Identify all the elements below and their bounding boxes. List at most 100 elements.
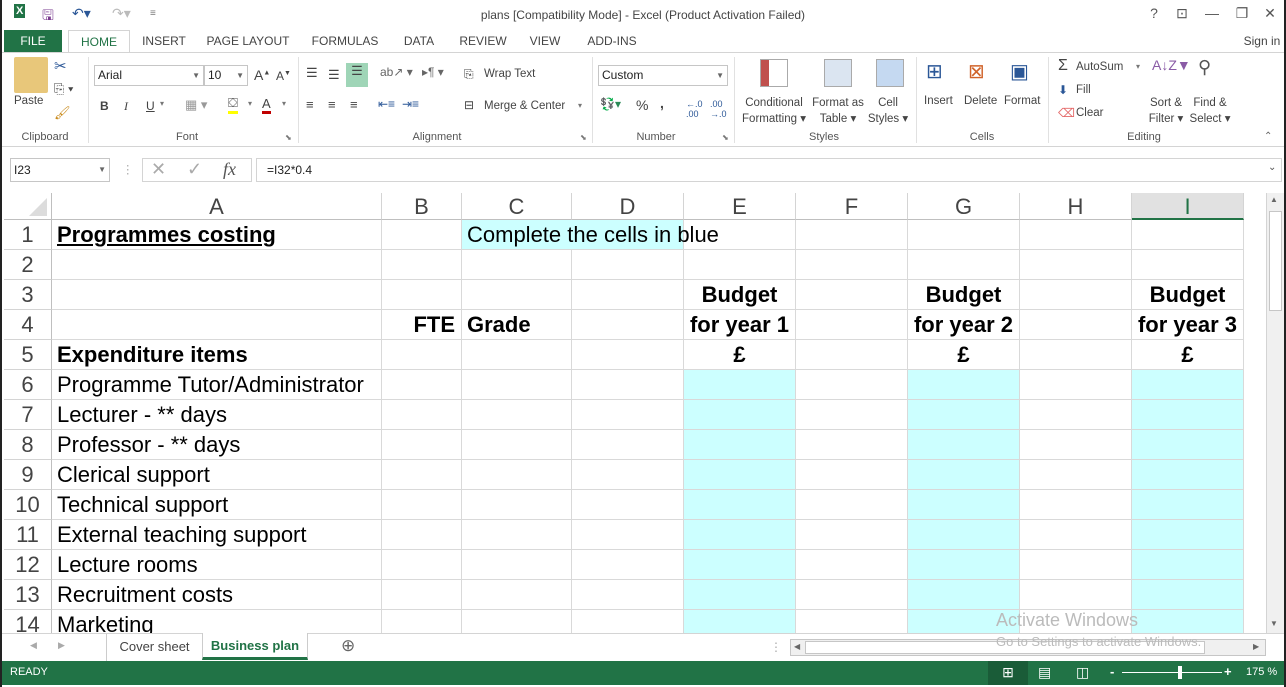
row-header-7[interactable]: 7 xyxy=(4,400,52,430)
cell-d6[interactable] xyxy=(572,370,684,400)
formula-input[interactable]: =I32*0.4 xyxy=(256,158,1282,182)
cell-h3[interactable] xyxy=(1020,280,1132,310)
cell-i14[interactable] xyxy=(1132,610,1244,633)
expand-formula-bar-icon[interactable]: ⌄ xyxy=(1268,162,1276,173)
cell-c11[interactable] xyxy=(462,520,572,550)
cell-e3[interactable]: Budget xyxy=(684,280,796,310)
scroll-up-icon[interactable]: ▲ xyxy=(1270,195,1278,204)
top-align-icon[interactable]: ☰ xyxy=(306,65,318,81)
row-header-14[interactable]: 14 xyxy=(4,610,52,633)
close-button[interactable]: ✕ xyxy=(1256,5,1284,22)
tab-formulas[interactable]: FORMULAS xyxy=(304,30,386,52)
cell-a1[interactable]: Programmes costing xyxy=(52,220,382,250)
cell-c13[interactable] xyxy=(462,580,572,610)
cell-c2[interactable] xyxy=(462,250,572,280)
cell-i2[interactable] xyxy=(1132,250,1244,280)
paste-icon[interactable] xyxy=(14,57,48,93)
row-header-11[interactable]: 11 xyxy=(4,520,52,550)
cancel-icon[interactable]: ✕ xyxy=(151,159,166,180)
conditional-formatting-button[interactable]: Conditional Formatting ▾ xyxy=(738,95,810,127)
cell-e5[interactable]: £ xyxy=(684,340,796,370)
cell-f9[interactable] xyxy=(796,460,908,490)
zoom-level[interactable]: 175 % xyxy=(1246,666,1277,678)
zoom-slider-track[interactable] xyxy=(1122,672,1222,673)
cell-a13[interactable]: Recruitment costs xyxy=(52,580,382,610)
cell-g10[interactable] xyxy=(908,490,1020,520)
align-left-icon[interactable]: ≡ xyxy=(306,97,314,112)
cell-i3[interactable]: Budget xyxy=(1132,280,1244,310)
cell-g2[interactable] xyxy=(908,250,1020,280)
cell-f8[interactable] xyxy=(796,430,908,460)
vertical-scrollbar[interactable]: ▲ ▼ xyxy=(1266,193,1284,633)
tab-add-ins[interactable]: ADD-INS xyxy=(578,30,646,52)
cell-styles-button[interactable]: Cell Styles ▾ xyxy=(866,95,910,127)
cell-f12[interactable] xyxy=(796,550,908,580)
zoom-slider-thumb[interactable] xyxy=(1178,666,1182,679)
cell-i9[interactable] xyxy=(1132,460,1244,490)
column-header-h[interactable]: H xyxy=(1020,193,1132,220)
cell-a12[interactable]: Lecture rooms xyxy=(52,550,382,580)
cell-d10[interactable] xyxy=(572,490,684,520)
wrap-text-icon[interactable]: ⎘ xyxy=(464,67,474,82)
cell-g11[interactable] xyxy=(908,520,1020,550)
cell-i5[interactable]: £ xyxy=(1132,340,1244,370)
font-color-dropdown-icon[interactable]: ▾ xyxy=(282,99,286,108)
merge-center-icon[interactable]: ⊟ xyxy=(464,98,474,112)
shrink-font-icon[interactable]: A▼ xyxy=(276,69,291,83)
cell-i13[interactable] xyxy=(1132,580,1244,610)
align-right-icon[interactable]: ≡ xyxy=(350,97,358,112)
cell-b8[interactable] xyxy=(382,430,462,460)
comma-style-button[interactable]: , xyxy=(660,95,664,111)
sign-in-link[interactable]: Sign in xyxy=(1240,30,1284,52)
cell-b5[interactable] xyxy=(382,340,462,370)
cell-d2[interactable] xyxy=(572,250,684,280)
cell-g13[interactable] xyxy=(908,580,1020,610)
cell-h9[interactable] xyxy=(1020,460,1132,490)
cell-f6[interactable] xyxy=(796,370,908,400)
paste-button[interactable]: Paste xyxy=(14,95,43,107)
zoom-in-button[interactable]: + xyxy=(1224,664,1232,679)
cell-d3[interactable] xyxy=(572,280,684,310)
cell-c14[interactable] xyxy=(462,610,572,633)
cell-i7[interactable] xyxy=(1132,400,1244,430)
increase-decimal-icon[interactable]: ←.0.00 xyxy=(686,99,703,119)
cell-g5[interactable]: £ xyxy=(908,340,1020,370)
prev-sheet-icon[interactable]: ◀ xyxy=(30,640,37,651)
cell-i8[interactable] xyxy=(1132,430,1244,460)
cell-e13[interactable] xyxy=(684,580,796,610)
cell-d14[interactable] xyxy=(572,610,684,633)
cell-h12[interactable] xyxy=(1020,550,1132,580)
help-button[interactable]: ? xyxy=(1140,5,1168,21)
cell-h10[interactable] xyxy=(1020,490,1132,520)
cell-i1[interactable] xyxy=(1132,220,1244,250)
align-center-icon[interactable]: ≡ xyxy=(328,97,336,112)
cell-b2[interactable] xyxy=(382,250,462,280)
row-header-1[interactable]: 1 xyxy=(4,220,52,250)
cell-h2[interactable] xyxy=(1020,250,1132,280)
increase-indent-icon[interactable]: ⇥≡ xyxy=(402,97,419,111)
column-header-b[interactable]: B xyxy=(382,193,462,220)
cell-b7[interactable] xyxy=(382,400,462,430)
cell-a3[interactable] xyxy=(52,280,382,310)
cell-c6[interactable] xyxy=(462,370,572,400)
fill-color-dropdown-icon[interactable]: ▾ xyxy=(248,99,252,108)
vertical-scroll-thumb[interactable] xyxy=(1269,211,1282,311)
cell-d5[interactable] xyxy=(572,340,684,370)
cell-e14[interactable] xyxy=(684,610,796,633)
row-header-12[interactable]: 12 xyxy=(4,550,52,580)
cell-e6[interactable] xyxy=(684,370,796,400)
orientation-icon[interactable]: ab↗ ▾ xyxy=(380,65,413,79)
cell-i11[interactable] xyxy=(1132,520,1244,550)
cell-a11[interactable]: External teaching support xyxy=(52,520,382,550)
tab-data[interactable]: DATA xyxy=(396,30,442,52)
cell-a14[interactable]: Marketing xyxy=(52,610,382,633)
page-break-preview-button[interactable]: ◫ xyxy=(1076,664,1089,681)
cell-e4[interactable]: for year 1 xyxy=(684,310,796,340)
merge-center-button[interactable]: Merge & Center xyxy=(484,100,565,112)
restore-button[interactable]: ❐ xyxy=(1228,5,1256,22)
wrap-text-button[interactable]: Wrap Text xyxy=(484,68,535,80)
row-header-6[interactable]: 6 xyxy=(4,370,52,400)
cell-b10[interactable] xyxy=(382,490,462,520)
cell-e1[interactable] xyxy=(684,220,796,250)
cell-e7[interactable] xyxy=(684,400,796,430)
